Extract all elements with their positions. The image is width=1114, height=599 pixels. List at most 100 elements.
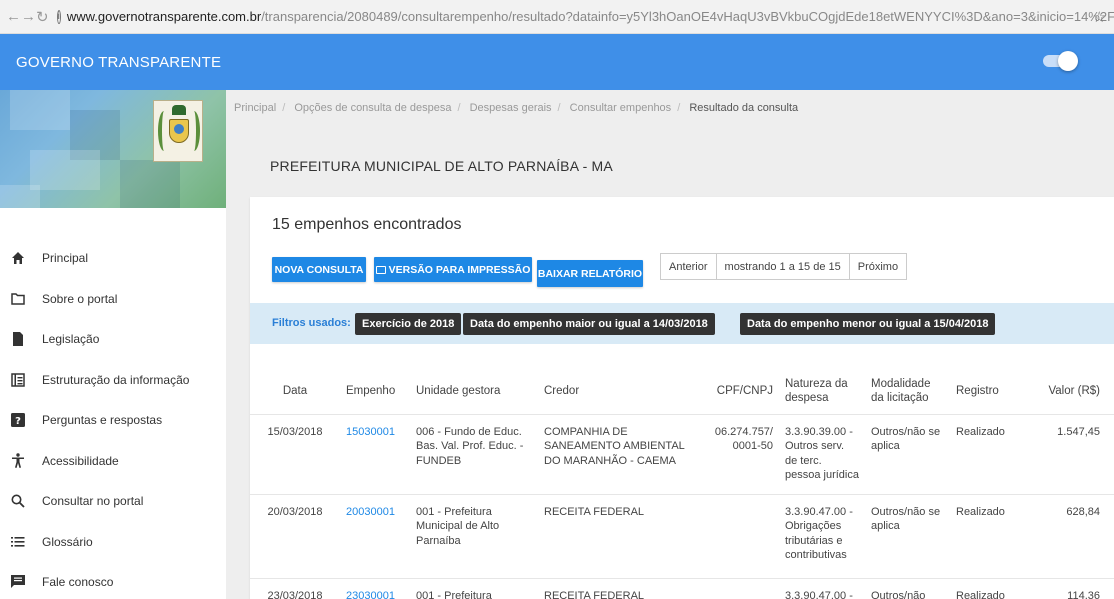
- brand-title[interactable]: GOVERNO TRANSPARENTE: [16, 54, 221, 71]
- next-page-button[interactable]: Próximo: [850, 254, 906, 279]
- breadcrumb-item[interactable]: Principal: [234, 102, 276, 114]
- cell-data: 23/03/2018: [250, 578, 340, 599]
- breadcrumb-item[interactable]: Despesas gerais: [470, 102, 552, 114]
- cell-registro: Realizado: [950, 494, 1020, 579]
- arrow-left-icon[interactable]: ←: [6, 8, 21, 25]
- sidebar: Principal Sobre o portal Legislação Estr…: [0, 90, 226, 599]
- filters-bar: Filtros usados: Exercício de 2018 Data d…: [250, 303, 1114, 344]
- cell-cpf: 06.274.757/ 0001-50: [693, 414, 779, 495]
- breadcrumb-current: Resultado da consulta: [689, 102, 799, 114]
- sidebar-item-sobre[interactable]: Sobre o portal: [0, 279, 226, 320]
- info-icon[interactable]: i: [56, 9, 61, 24]
- sidebar-item-label: Consultar no portal: [42, 494, 144, 509]
- column-header[interactable]: CPF/CNPJ: [693, 368, 779, 415]
- browser-url-bar: ← → ↻ i www.governotransparente.com.br/t…: [0, 0, 1114, 34]
- sidebar-item-consultar[interactable]: Consultar no portal: [0, 481, 226, 522]
- new-query-button[interactable]: NOVA CONSULTA: [272, 257, 366, 282]
- results-card: 15 empenhos encontrados NOVA CONSULTA VE…: [250, 197, 1114, 599]
- print-version-label: VERSÃO PARA IMPRESSÃO: [388, 263, 531, 276]
- cell-cpf: [693, 494, 779, 579]
- empenho-link[interactable]: 23030001: [340, 578, 410, 599]
- cell-data: 20/03/2018: [250, 494, 340, 579]
- sidebar-item-fale[interactable]: Fale conosco: [0, 562, 226, 599]
- cell-modalidade: Outros/não se aplica: [865, 414, 950, 495]
- column-header[interactable]: Registro: [950, 368, 1020, 415]
- filter-chip: Data do empenho maior ou igual a 14/03/2…: [463, 313, 715, 335]
- toggle-knob: [1058, 51, 1078, 71]
- page-title: PREFEITURA MUNICIPAL DE ALTO PARNAÍBA - …: [270, 158, 613, 174]
- download-report-button[interactable]: BAIXAR RELATÓRIO: [537, 260, 643, 287]
- cell-modalidade: Outros/não: [865, 578, 950, 599]
- column-header[interactable]: Data: [250, 368, 340, 415]
- prev-page-button[interactable]: Anterior: [661, 254, 717, 279]
- help-icon: ?: [10, 412, 26, 428]
- main-content: Principal / Opções de consulta de despesa…: [226, 90, 1114, 599]
- pagination: Anterior mostrando 1 a 15 de 15 Próximo: [660, 253, 908, 280]
- print-version-button[interactable]: VERSÃO PARA IMPRESSÃO: [374, 257, 532, 282]
- top-header: GOVERNO TRANSPARENTE: [0, 34, 1114, 90]
- cell-valor: 114,36: [1020, 578, 1114, 599]
- table-row: 15/03/2018 15030001 006 - Fundo de Educ.…: [250, 414, 1114, 495]
- home-icon: [10, 250, 26, 266]
- results-count: 15 empenhos encontrados: [272, 216, 462, 233]
- list-icon: [10, 372, 26, 388]
- breadcrumb-item[interactable]: Consultar empenhos: [570, 102, 672, 114]
- cell-unidade: 001 - Prefeitura Municipal de Alto Parna…: [410, 494, 538, 579]
- url-field[interactable]: www.governotransparente.com.br/transpare…: [67, 9, 1114, 24]
- column-header[interactable]: Credor: [538, 368, 693, 415]
- sidebar-item-label: Glossário: [42, 534, 93, 549]
- cell-modalidade: Outros/não se aplica: [865, 494, 950, 579]
- table-row: 23/03/2018 23030001 001 - Prefeitura REC…: [250, 578, 1114, 599]
- cell-natureza: 3.3.90.39.00 - Outros serv. de terc. pes…: [779, 414, 865, 495]
- sidebar-banner: [0, 90, 226, 208]
- column-header[interactable]: Empenho: [340, 368, 410, 415]
- url-host: www.governotransparente.com.br: [66, 9, 262, 24]
- file-icon: [10, 331, 26, 347]
- empenho-link[interactable]: 15030001: [340, 414, 410, 495]
- cell-cpf: [693, 578, 779, 599]
- breadcrumb-item[interactable]: Opções de consulta de despesa: [294, 102, 451, 114]
- cell-credor: RECEITA FEDERAL: [538, 494, 693, 579]
- cell-natureza: 3.3.90.47.00 - Obrigações tributárias e …: [779, 494, 865, 579]
- printer-icon: [375, 265, 386, 274]
- sidebar-item-acessibilidade[interactable]: Acessibilidade: [0, 441, 226, 482]
- cell-valor: 628,84: [1020, 494, 1114, 579]
- sidebar-item-label: Sobre o portal: [42, 291, 118, 306]
- column-header[interactable]: Valor (R$): [1020, 368, 1114, 415]
- sidebar-item-label: Acessibilidade: [42, 453, 119, 468]
- column-header[interactable]: Modalidade da licitação: [865, 368, 950, 415]
- results-table: Data Empenho Unidade gestora Credor CPF/…: [250, 368, 1114, 599]
- url-path: /transparencia/2080489/consultarempenho/…: [261, 9, 1114, 24]
- sidebar-item-label: Fale conosco: [42, 575, 114, 590]
- star-icon[interactable]: ☆: [1093, 8, 1106, 26]
- filters-label: Filtros usados:: [272, 317, 351, 329]
- cell-unidade: 001 - Prefeitura: [410, 578, 538, 599]
- cell-data: 15/03/2018: [250, 414, 340, 495]
- accessibility-icon: [10, 453, 26, 469]
- glossary-icon: [10, 534, 26, 550]
- cell-credor: COMPANHIA DE SANEAMENTO AMBIENTAL DO MAR…: [538, 414, 693, 495]
- sidebar-item-glossario[interactable]: Glossário: [0, 522, 226, 563]
- sidebar-item-legislacao[interactable]: Legislação: [0, 319, 226, 360]
- cell-valor: 1.547,45: [1020, 414, 1114, 495]
- arrow-right-icon[interactable]: →: [21, 8, 36, 25]
- column-header[interactable]: Unidade gestora: [410, 368, 538, 415]
- cell-natureza: 3.3.90.47.00 -: [779, 578, 865, 599]
- reload-icon[interactable]: ↻: [36, 8, 49, 26]
- column-header[interactable]: Natureza da despesa: [779, 368, 865, 415]
- sidebar-item-estruturacao[interactable]: Estruturação da informação: [0, 360, 226, 401]
- svg-text:?: ?: [15, 416, 21, 427]
- theme-toggle[interactable]: [1043, 51, 1078, 71]
- cell-credor: RECEITA FEDERAL: [538, 578, 693, 599]
- breadcrumb: Principal / Opções de consulta de despesa…: [234, 102, 799, 114]
- sidebar-item-perguntas[interactable]: ? Perguntas e respostas: [0, 400, 226, 441]
- filter-chip: Data do empenho menor ou igual a 15/04/2…: [740, 313, 996, 335]
- cell-registro: Realizado: [950, 578, 1020, 599]
- cell-registro: Realizado: [950, 414, 1020, 495]
- folder-icon: [10, 291, 26, 307]
- table-header-row: Data Empenho Unidade gestora Credor CPF/…: [250, 368, 1114, 415]
- sidebar-item-label: Estruturação da informação: [42, 372, 190, 387]
- sidebar-item-label: Legislação: [42, 332, 100, 347]
- sidebar-item-principal[interactable]: Principal: [0, 238, 226, 279]
- empenho-link[interactable]: 20030001: [340, 494, 410, 579]
